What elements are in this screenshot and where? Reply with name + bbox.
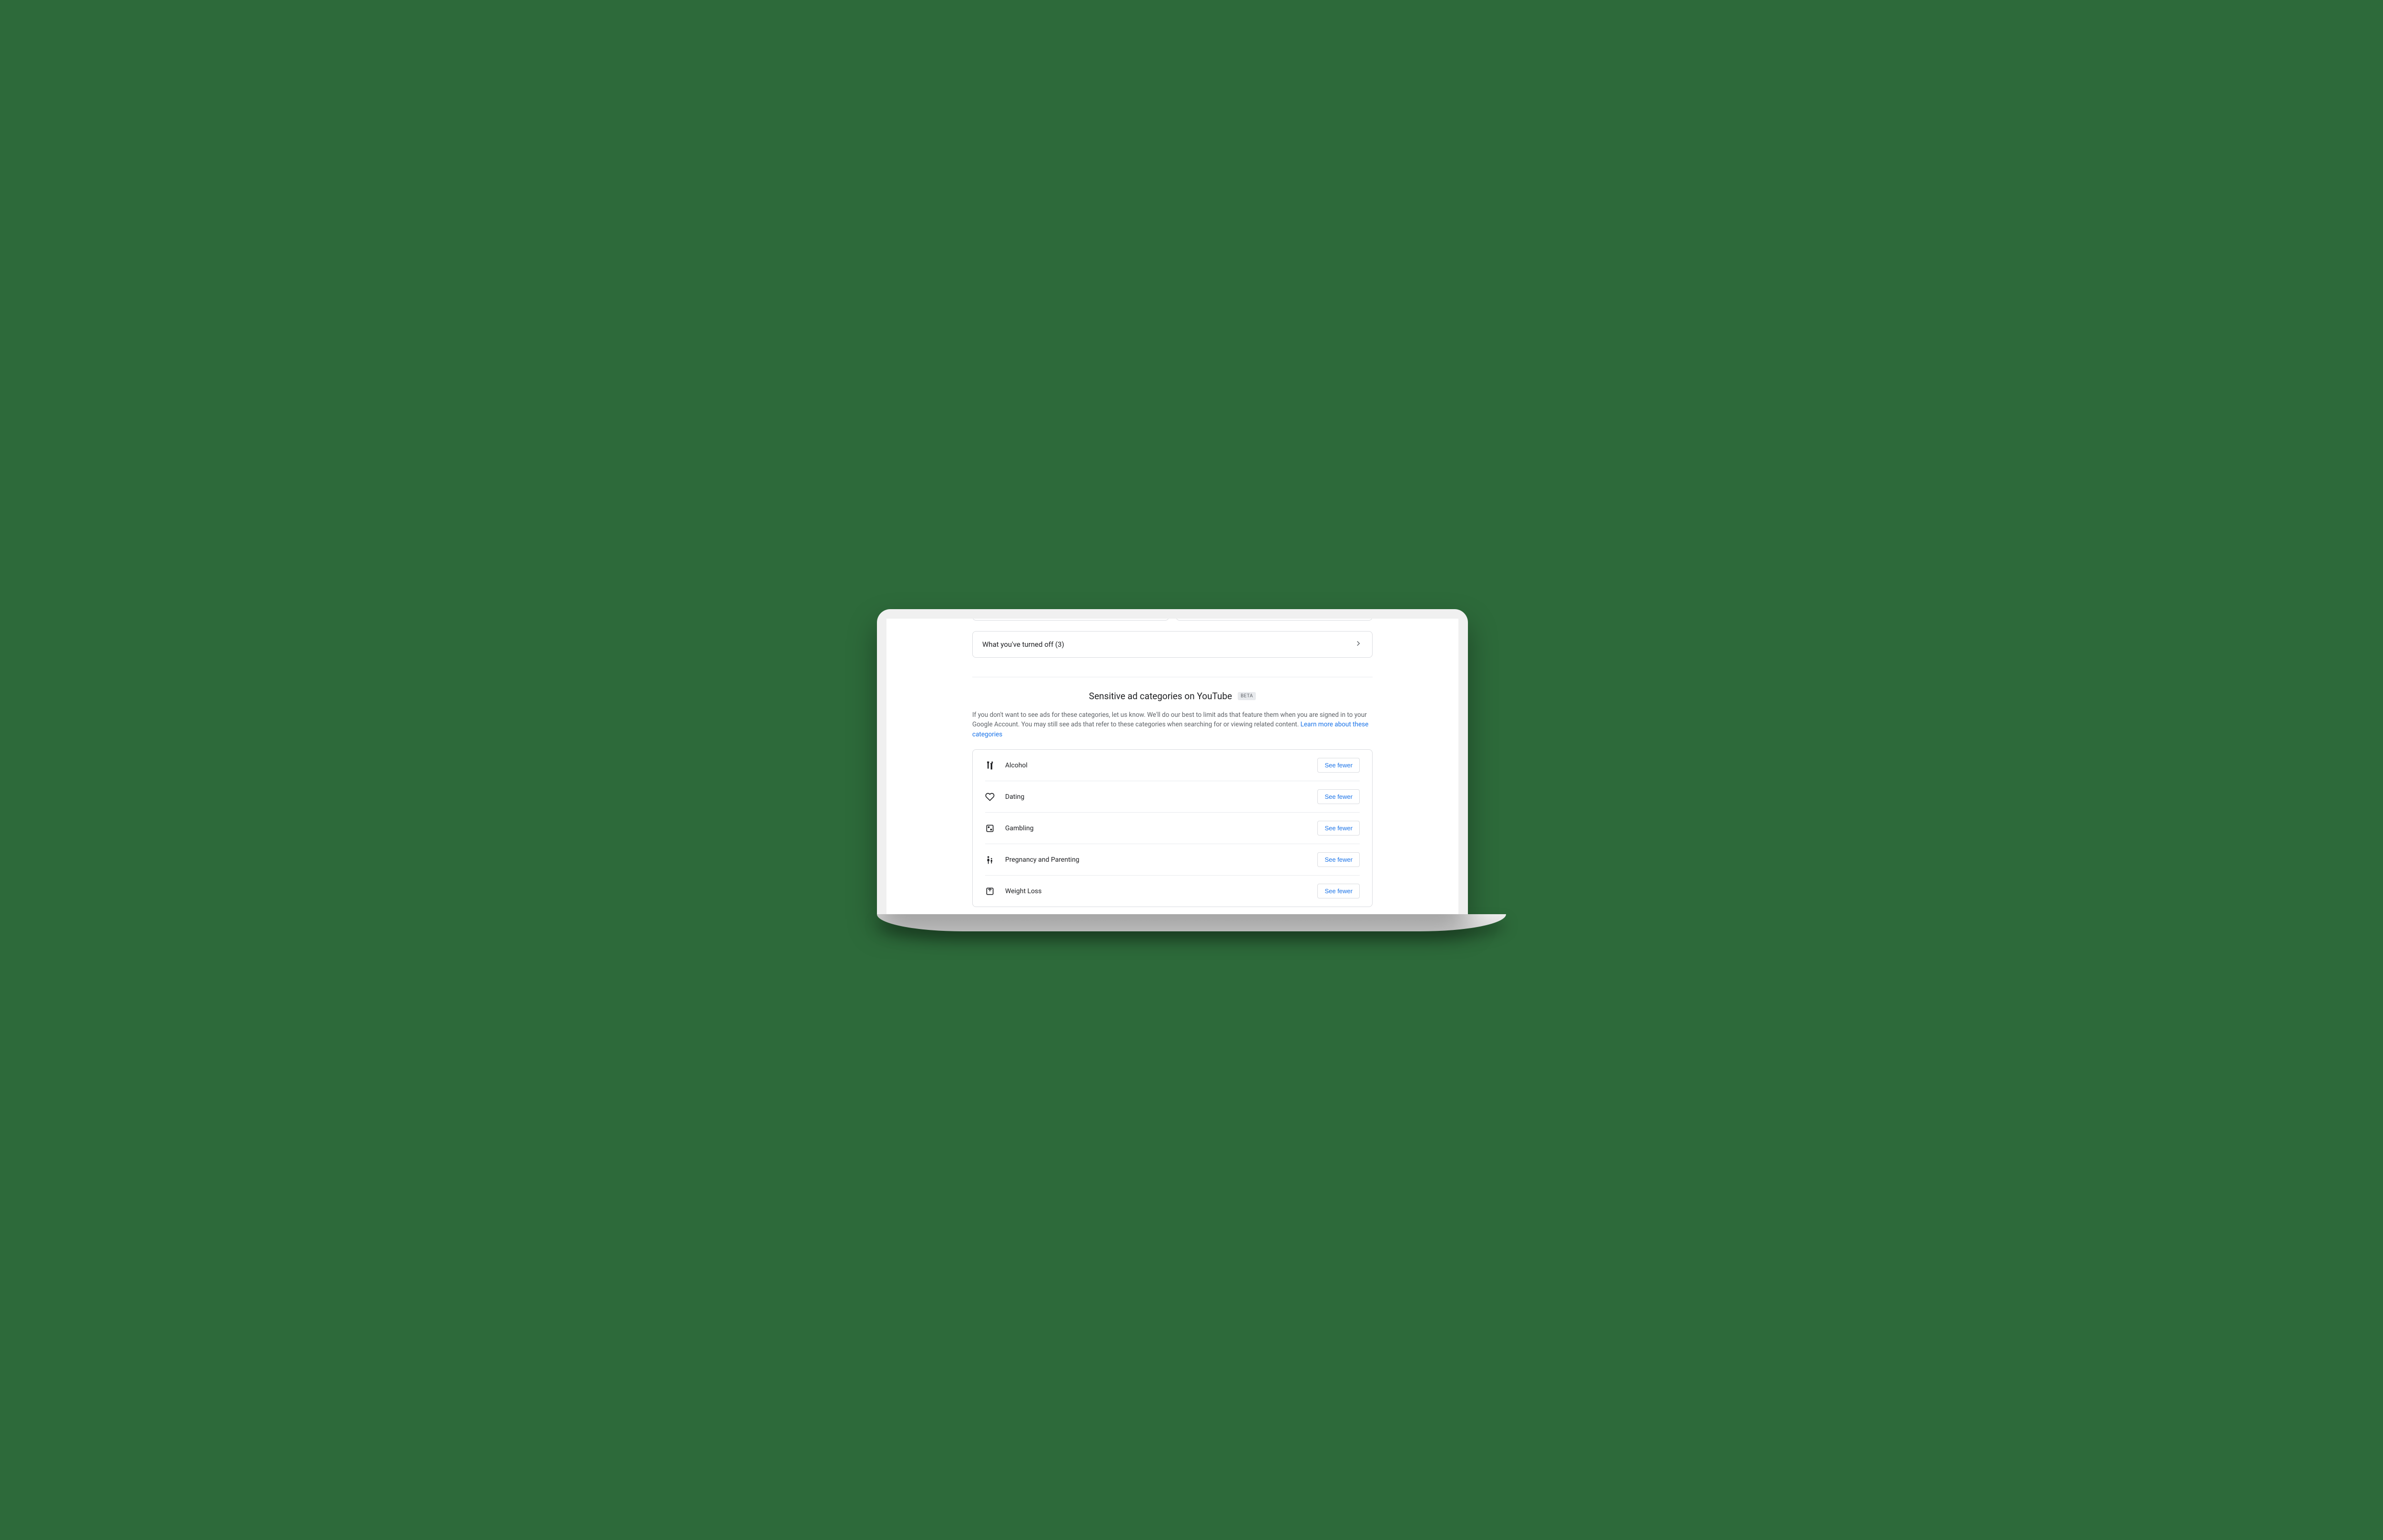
category-label: Gambling: [1005, 825, 1317, 832]
see-fewer-button[interactable]: See fewer: [1317, 758, 1360, 773]
category-label: Dating: [1005, 793, 1317, 801]
section-heading: Sensitive ad categories on YouTube BETA: [972, 691, 1373, 702]
laptop-base: [877, 914, 1506, 931]
page-content: What you've turned off (3) Sensitive ad …: [886, 619, 1458, 914]
category-row: Weight LossSee fewer: [985, 876, 1360, 907]
beta-badge: BETA: [1238, 692, 1256, 700]
see-fewer-button[interactable]: See fewer: [1317, 821, 1360, 836]
see-fewer-button[interactable]: See fewer: [1317, 884, 1360, 898]
category-row: DatingSee fewer: [985, 781, 1360, 813]
category-row: Pregnancy and ParentingSee fewer: [985, 844, 1360, 876]
heart-icon: [985, 792, 995, 802]
section-title: Sensitive ad categories on YouTube: [1089, 691, 1232, 702]
turned-off-row[interactable]: What you've turned off (3): [972, 631, 1373, 658]
turned-off-label: What you've turned off (3): [982, 640, 1064, 649]
partial-card-right: [1176, 619, 1373, 621]
family-icon: [985, 855, 995, 865]
dice-icon: [985, 824, 995, 833]
see-fewer-button[interactable]: See fewer: [1317, 852, 1360, 867]
category-row: AlcoholSee fewer: [985, 750, 1360, 781]
scale-icon: [985, 887, 995, 896]
categories-card: AlcoholSee fewerDatingSee fewerGamblingS…: [972, 749, 1373, 907]
category-label: Pregnancy and Parenting: [1005, 856, 1317, 864]
partial-card-left: [972, 619, 1169, 621]
chevron-right-icon: [1354, 639, 1363, 650]
category-label: Weight Loss: [1005, 887, 1317, 895]
partial-cards-row: [972, 619, 1373, 621]
alcohol-icon: [985, 761, 995, 770]
laptop-frame: What you've turned off (3) Sensitive ad …: [877, 609, 1468, 914]
category-label: Alcohol: [1005, 762, 1317, 769]
screen: What you've turned off (3) Sensitive ad …: [886, 619, 1458, 914]
section-description: If you don't want to see ads for these c…: [972, 710, 1373, 740]
category-row: GamblingSee fewer: [985, 813, 1360, 844]
see-fewer-button[interactable]: See fewer: [1317, 789, 1360, 804]
